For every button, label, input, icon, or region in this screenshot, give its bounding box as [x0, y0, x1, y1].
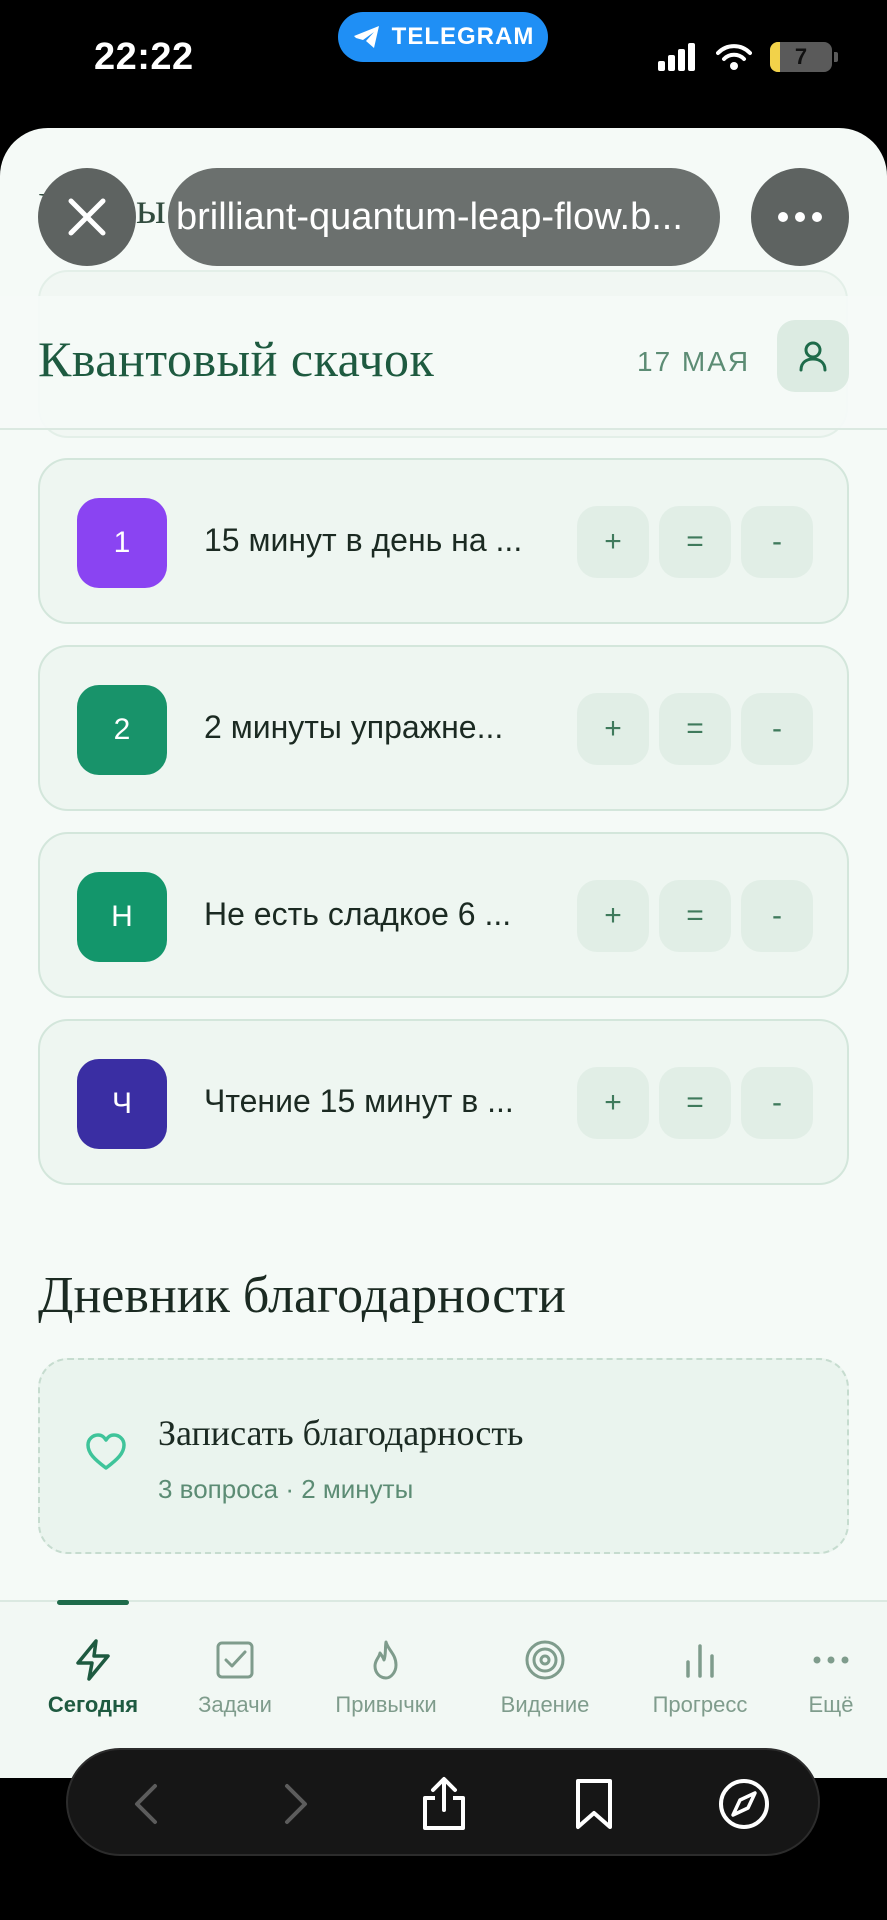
- status-icons: 7: [658, 42, 838, 72]
- nav-tab-more[interactable]: Ещё: [756, 1638, 887, 1718]
- nav-label: Ещё: [808, 1692, 854, 1717]
- more-dots-icon: [778, 212, 822, 222]
- compass-icon: [719, 1779, 769, 1829]
- battery-level: 7: [794, 44, 808, 69]
- app-header: Квантовый скачок 17 МАЯ: [0, 296, 887, 430]
- more-options-button[interactable]: [751, 168, 849, 266]
- nav-label: Видение: [500, 1692, 590, 1717]
- nav-label: Прогресс: [652, 1692, 748, 1717]
- share-button[interactable]: [414, 1774, 474, 1834]
- close-icon: [68, 198, 106, 236]
- app-title: Квантовый скачок: [38, 331, 435, 387]
- nav-tab-tasks[interactable]: Задачи: [160, 1638, 310, 1718]
- habit-equal-button[interactable]: =: [659, 506, 731, 578]
- cellular-signal-icon: [658, 43, 695, 71]
- gratitude-card-title: Записать благодарность: [158, 1413, 524, 1453]
- status-bar: 22:22 TELEGRAM 7: [0, 0, 887, 120]
- telegram-icon: [353, 26, 379, 48]
- habit-equal-button[interactable]: =: [659, 1067, 731, 1139]
- browser-toolbar: [66, 1748, 820, 1856]
- share-icon: [423, 1777, 465, 1830]
- habit-badge: Ч: [77, 1059, 167, 1149]
- nav-tab-progress[interactable]: Прогресс: [625, 1638, 775, 1718]
- wifi-icon: [716, 44, 752, 70]
- habit-minus-button[interactable]: -: [741, 1067, 813, 1139]
- habit-actions: + = -: [577, 506, 813, 578]
- nav-label: Привычки: [335, 1692, 437, 1717]
- gratitude-entry-card[interactable]: Записать благодарность 3 вопроса · 2 мин…: [38, 1358, 849, 1554]
- habit-plus-button[interactable]: +: [577, 1067, 649, 1139]
- flame-icon: [373, 1640, 398, 1680]
- telegram-label: TELEGRAM: [391, 23, 535, 50]
- habit-badge: 1: [77, 498, 167, 588]
- nav-tab-habits[interactable]: Привычки: [311, 1638, 461, 1718]
- nav-label: Задачи: [198, 1692, 272, 1717]
- habit-equal-button[interactable]: =: [659, 880, 731, 952]
- nav-tab-today[interactable]: Сегодня: [18, 1638, 168, 1718]
- forward-button[interactable]: [266, 1774, 326, 1834]
- habit-minus-button[interactable]: -: [741, 693, 813, 765]
- habit-card[interactable]: Н Не есть сладкое 6 ... + = -: [38, 832, 849, 998]
- habit-list: 1 15 минут в день на ... + = - 2 2 минут…: [38, 458, 849, 1206]
- heart-icon: [86, 1433, 126, 1470]
- checkbox-icon: [216, 1641, 254, 1679]
- habit-card[interactable]: 1 15 минут в день на ... + = -: [38, 458, 849, 624]
- chevron-left-icon: [135, 1784, 157, 1824]
- habit-badge: Н: [77, 872, 167, 962]
- target-icon: [525, 1640, 565, 1680]
- nav-label: Сегодня: [47, 1692, 139, 1717]
- habit-minus-button[interactable]: -: [741, 880, 813, 952]
- mini-app-sheet: Привы brilliant-quantum-leap-flow.b... К…: [0, 128, 887, 1778]
- battery-indicator: 7: [770, 42, 838, 72]
- habit-actions: + = -: [577, 693, 813, 765]
- bookmark-icon: [576, 1779, 612, 1829]
- habit-name: Чтение 15 минут в ...: [204, 1083, 514, 1119]
- lightning-icon: [76, 1639, 110, 1681]
- habit-plus-button[interactable]: +: [577, 693, 649, 765]
- gratitude-section-title: Дневник благодарности: [38, 1267, 566, 1324]
- open-in-browser-button[interactable]: [714, 1774, 774, 1834]
- back-button[interactable]: [116, 1774, 176, 1834]
- current-date: 17 МАЯ: [637, 346, 751, 377]
- telegram-pill[interactable]: TELEGRAM: [338, 12, 548, 62]
- more-icon: [813, 1656, 849, 1664]
- habit-badge: 2: [77, 685, 167, 775]
- user-icon: [799, 341, 827, 372]
- habit-equal-button[interactable]: =: [659, 693, 731, 765]
- url-pill[interactable]: brilliant-quantum-leap-flow.b...: [168, 168, 720, 266]
- habit-minus-button[interactable]: -: [741, 506, 813, 578]
- habit-name: Не есть сладкое 6 ...: [204, 896, 512, 932]
- habit-card[interactable]: Ч Чтение 15 минут в ... + = -: [38, 1019, 849, 1185]
- nav-tab-vision[interactable]: Видение: [470, 1638, 620, 1718]
- close-button[interactable]: [38, 168, 136, 266]
- habit-plus-button[interactable]: +: [577, 506, 649, 578]
- habit-actions: + = -: [577, 1067, 813, 1139]
- bookmarks-button[interactable]: [564, 1774, 624, 1834]
- habit-card[interactable]: 2 2 минуты упражне... + = -: [38, 645, 849, 811]
- chevron-right-icon: [285, 1784, 307, 1824]
- status-time: 22:22: [94, 36, 194, 78]
- habit-plus-button[interactable]: +: [577, 880, 649, 952]
- habit-name: 15 минут в день на ...: [204, 522, 523, 558]
- active-tab-indicator: [57, 1600, 129, 1605]
- gratitude-card-subtitle: 3 вопроса · 2 минуты: [158, 1474, 414, 1504]
- habit-name: 2 минуты упражне...: [204, 709, 504, 745]
- bar-chart-icon: [686, 1644, 714, 1678]
- habit-actions: + = -: [577, 880, 813, 952]
- profile-button[interactable]: [777, 320, 849, 392]
